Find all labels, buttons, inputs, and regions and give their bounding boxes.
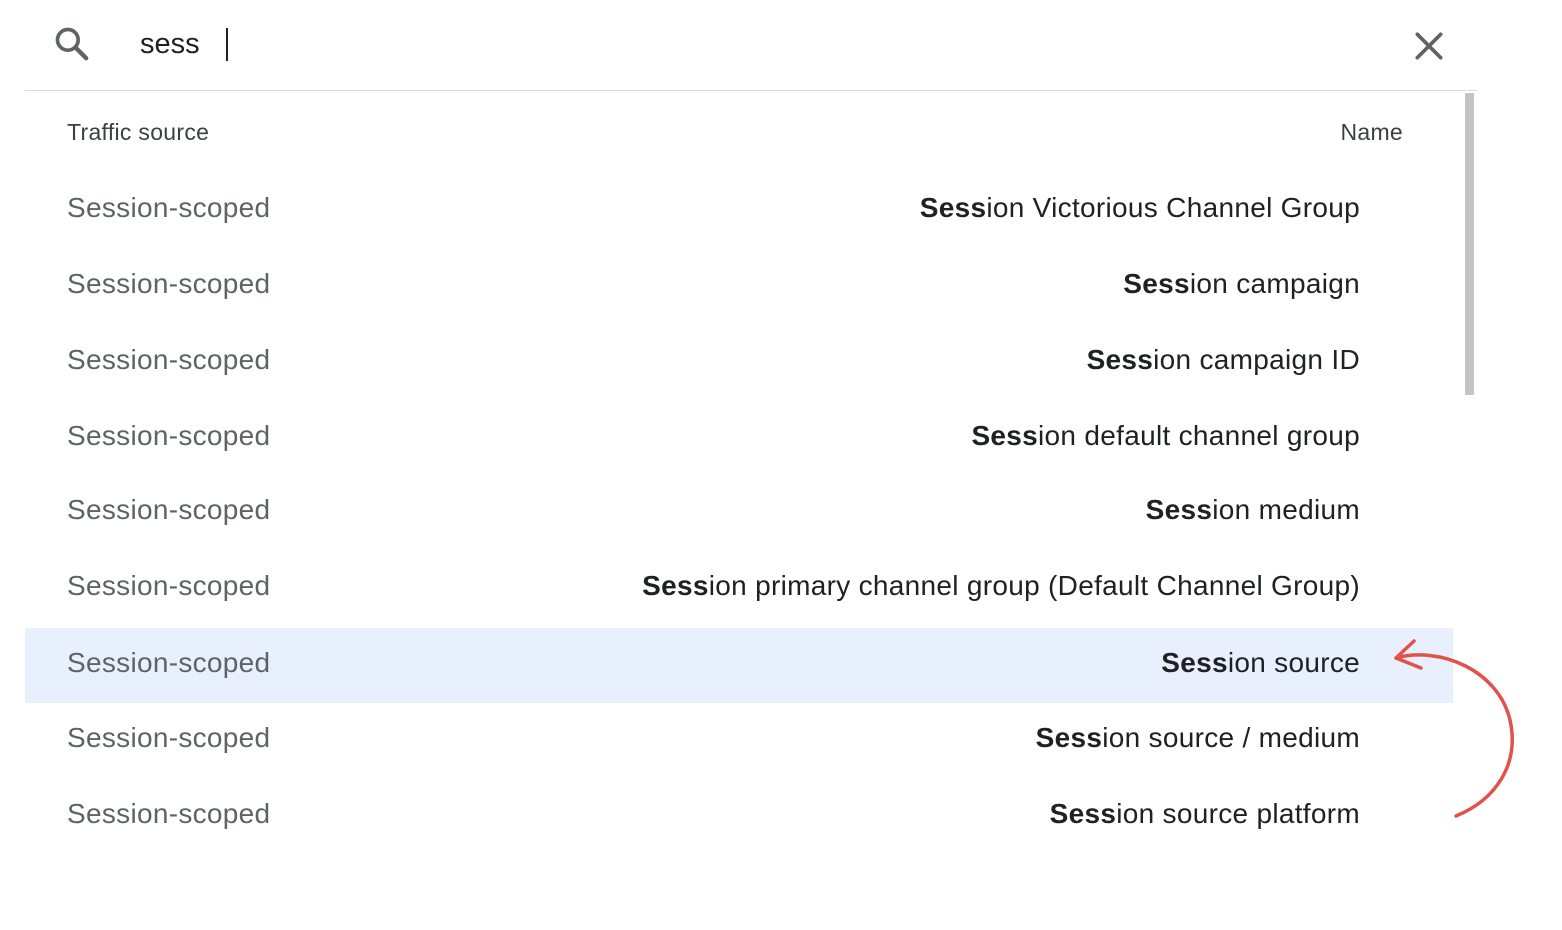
search-icon [55, 27, 89, 61]
item-name: Session campaign ID [1087, 344, 1360, 376]
text-caret [226, 28, 228, 61]
item-scope: Session-scoped [67, 268, 271, 299]
item-name-rest: ion Victorious Channel Group [986, 192, 1360, 223]
item-name: Session source platform [1050, 798, 1360, 830]
item-name: Session source / medium [1036, 722, 1360, 754]
search-input[interactable] [137, 22, 1340, 66]
search-dropdown-panel: Traffic source Name Session-scoped Sessi… [25, 0, 1477, 836]
item-name: Session primary channel group (Default C… [642, 570, 1360, 602]
list-item[interactable]: Session-scoped Session default channel g… [25, 401, 1453, 476]
item-name-rest: ion primary channel group (Default Chann… [708, 570, 1360, 601]
results-list: Traffic source Name Session-scoped Sessi… [25, 91, 1455, 836]
item-scope: Session-scoped [67, 570, 271, 601]
item-name-rest: ion source platform [1116, 798, 1360, 829]
item-name-rest: ion campaign ID [1153, 344, 1360, 375]
item-scope: Session-scoped [67, 344, 271, 375]
list-item-selected[interactable]: Session-scoped Session source [25, 628, 1453, 703]
item-name: Session default channel group [971, 420, 1360, 452]
item-name: Session medium [1146, 494, 1360, 526]
header-name: Name [1340, 119, 1403, 145]
search-bar [25, 0, 1477, 91]
list-item[interactable]: Session-scoped Session source / medium [25, 703, 1453, 778]
item-name: Session Victorious Channel Group [920, 192, 1360, 224]
item-name-match: Sess [1086, 344, 1154, 375]
item-scope: Session-scoped [67, 192, 271, 223]
item-name-match: Sess [1035, 722, 1103, 753]
list-item[interactable]: Session-scoped Session campaign [25, 249, 1453, 324]
item-name: Session campaign [1123, 268, 1360, 300]
item-name: Session source [1161, 647, 1360, 679]
item-name-rest: ion default channel group [1038, 420, 1360, 451]
item-scope: Session-scoped [67, 494, 271, 525]
item-name-rest: ion source / medium [1102, 722, 1360, 753]
list-item[interactable]: Session-scoped Session medium [25, 475, 1453, 550]
item-scope: Session-scoped [67, 420, 271, 451]
item-scope: Session-scoped [67, 798, 271, 829]
item-name-match: Sess [642, 570, 709, 601]
item-name-match: Sess [1145, 494, 1213, 525]
item-name-match: Sess [971, 420, 1039, 451]
list-header: Traffic source Name [25, 91, 1455, 173]
item-name-rest: ion source [1227, 647, 1360, 678]
close-icon[interactable] [1409, 26, 1449, 66]
item-name-match: Sess [1161, 647, 1228, 678]
item-scope: Session-scoped [67, 647, 271, 678]
item-name-match: Sess [919, 192, 987, 223]
header-traffic-source: Traffic source [67, 119, 210, 145]
list-item[interactable]: Session-scoped Session Victorious Channe… [25, 173, 1453, 248]
item-name-rest: ion medium [1212, 494, 1360, 525]
list-item[interactable]: Session-scoped Session campaign ID [25, 325, 1453, 400]
item-scope: Session-scoped [67, 722, 271, 753]
list-item[interactable]: Session-scoped Session primary channel g… [25, 551, 1453, 626]
item-name-rest: ion campaign [1189, 268, 1360, 299]
item-name-match: Sess [1049, 798, 1117, 829]
list-item[interactable]: Session-scoped Session source platform [25, 779, 1453, 836]
item-name-match: Sess [1123, 268, 1190, 299]
scrollbar-thumb[interactable] [1465, 93, 1474, 395]
